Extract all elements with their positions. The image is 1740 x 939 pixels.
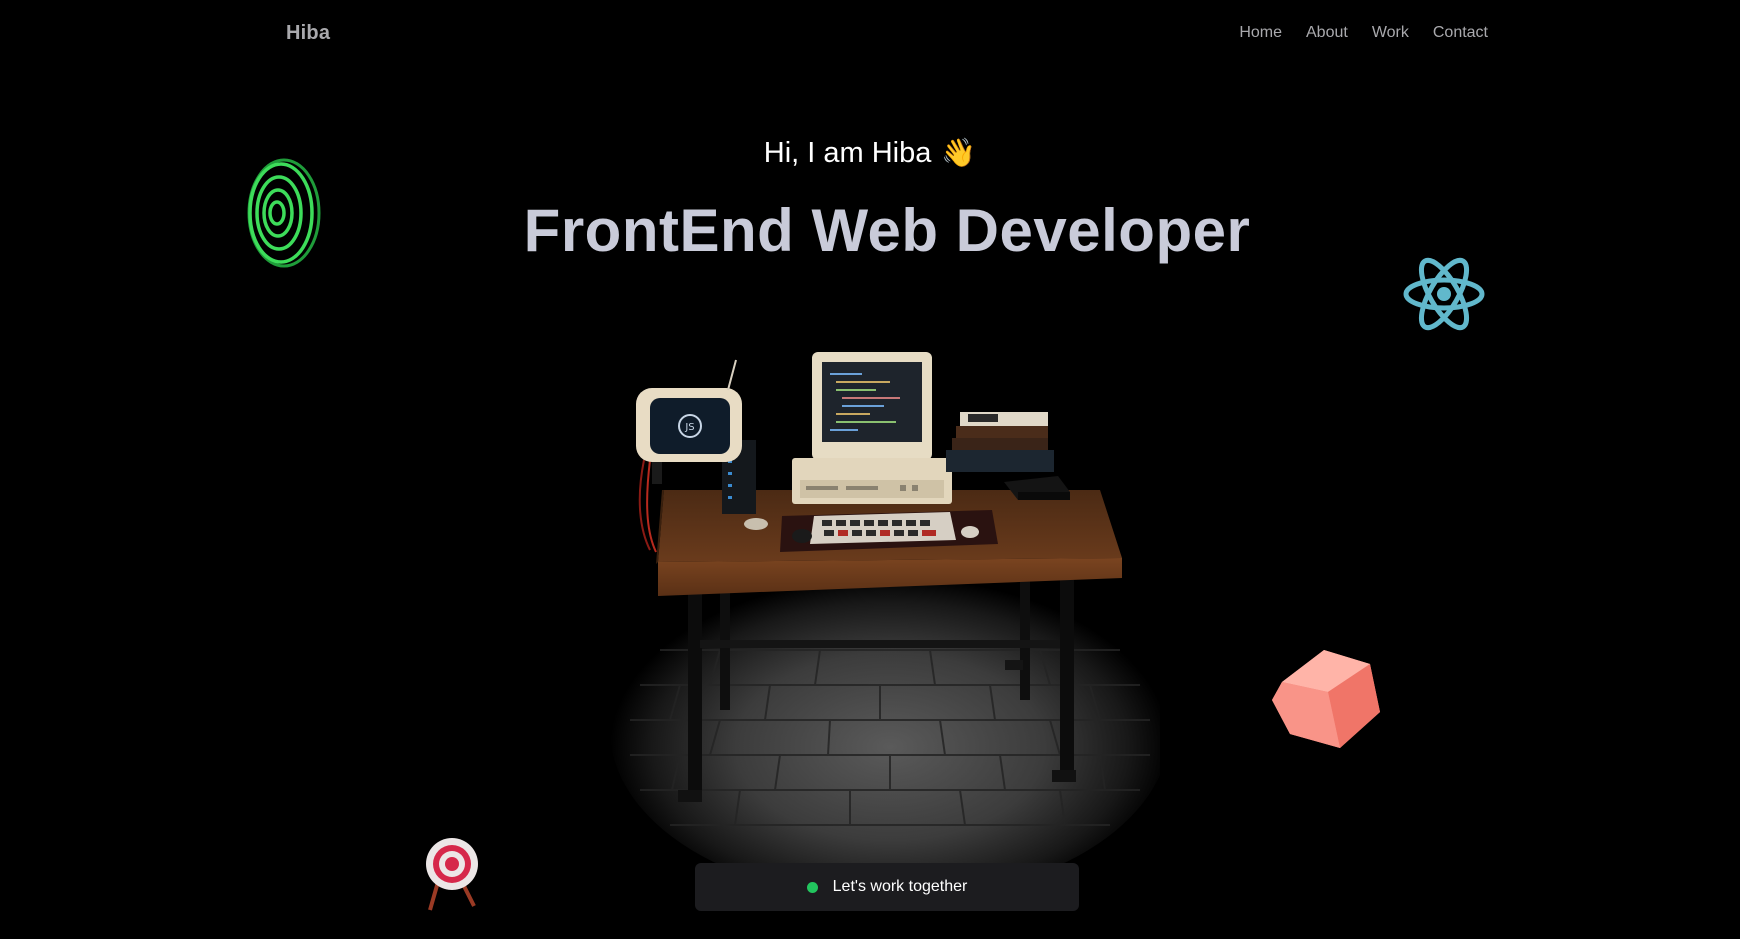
nav-link-work[interactable]: Work <box>1372 24 1409 42</box>
nav-link-about[interactable]: About <box>1306 24 1348 42</box>
nav-link-contact[interactable]: Contact <box>1433 24 1488 42</box>
nav-links: Home About Work Contact <box>1239 24 1488 42</box>
wave-emoji: 👋 <box>941 137 977 168</box>
computer-desk-scene: JS <box>610 352 1160 880</box>
concentric-rings-icon <box>247 158 321 268</box>
react-icon <box>1403 257 1485 331</box>
top-nav: Hiba Home About Work Contact <box>0 0 1740 70</box>
logo[interactable]: Hiba <box>286 22 330 45</box>
cube-icon <box>1272 650 1380 748</box>
greeting-text: Hi, I am Hiba <box>763 137 932 169</box>
cta-label: Let's work together <box>832 878 968 895</box>
lets-work-together-button[interactable]: Let's work together <box>695 863 1079 911</box>
status-dot <box>806 881 818 893</box>
portfolio-page: Hiba Home About Work Contact Hi, I am Hi… <box>0 0 1740 939</box>
svg-text:JS: JS <box>684 422 694 433</box>
nav-link-home[interactable]: Home <box>1239 24 1282 42</box>
target-icon <box>426 838 478 911</box>
